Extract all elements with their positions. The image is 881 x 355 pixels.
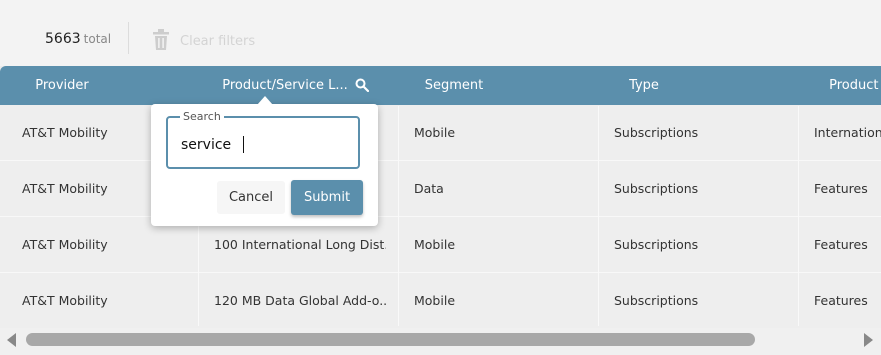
cell-segment: Mobile — [414, 125, 456, 140]
scroll-left-arrow-icon[interactable] — [7, 333, 16, 347]
cell-product-group: Features — [814, 181, 868, 196]
total-count-label: total — [83, 32, 112, 46]
cell-type: Subscriptions — [614, 181, 699, 196]
toolbar: 5663 total Clear filters — [0, 0, 881, 66]
total-count: 5663 total — [45, 31, 111, 47]
cell-segment: Data — [414, 181, 444, 196]
column-divider — [798, 106, 799, 326]
table-header: Provider Product/Service L... Segment Ty… — [0, 66, 881, 105]
search-field-label: Search — [180, 110, 224, 123]
search-input[interactable] — [181, 134, 349, 156]
column-header-product-group[interactable]: Product g — [800, 66, 881, 105]
table-row[interactable]: AT&T Mobility Data Subscriptions Feature… — [0, 161, 881, 217]
search-icon[interactable] — [355, 78, 370, 96]
column-divider — [598, 106, 599, 326]
column-divider — [398, 106, 399, 326]
scrollbar-thumb[interactable] — [26, 333, 755, 346]
table-row[interactable]: AT&T Mobility 100 International Long Dis… — [0, 217, 881, 273]
cell-product-group: Internation — [814, 125, 881, 140]
search-popup: Search Cancel Submit — [151, 104, 378, 226]
text-cursor — [243, 136, 244, 153]
column-header-provider[interactable]: Provider — [0, 66, 124, 105]
cell-segment: Mobile — [414, 237, 456, 252]
total-count-value: 5663 — [45, 31, 81, 47]
scroll-right-arrow-icon[interactable] — [864, 333, 873, 347]
trash-icon — [150, 27, 172, 55]
column-header-segment[interactable]: Segment — [398, 66, 510, 105]
popup-caret — [257, 96, 273, 105]
cell-product-service: 120 MB Data Global Add-o... — [214, 293, 386, 308]
cell-product-group: Features — [814, 293, 868, 308]
cancel-button[interactable]: Cancel — [217, 181, 285, 214]
cell-type: Subscriptions — [614, 293, 699, 308]
submit-button[interactable]: Submit — [291, 180, 363, 215]
cell-type: Subscriptions — [614, 237, 699, 252]
column-header-type[interactable]: Type — [598, 66, 690, 105]
table-row[interactable]: AT&T Mobility 120 MB Data Global Add-o..… — [0, 273, 881, 329]
cell-product-group: Features — [814, 237, 868, 252]
data-table: Provider Product/Service L... Segment Ty… — [0, 66, 881, 329]
cell-segment: Mobile — [414, 293, 456, 308]
toolbar-divider — [128, 22, 129, 54]
search-field[interactable]: Search — [166, 110, 360, 169]
cell-provider: AT&T Mobility — [22, 293, 108, 308]
clear-filters-label: Clear filters — [180, 33, 256, 49]
cell-type: Subscriptions — [614, 125, 699, 140]
column-header-product-service[interactable]: Product/Service L... — [200, 66, 370, 105]
table-row[interactable]: AT&T Mobility Mobile Subscriptions Inter… — [0, 105, 881, 161]
clear-filters-button[interactable]: Clear filters — [150, 27, 255, 55]
